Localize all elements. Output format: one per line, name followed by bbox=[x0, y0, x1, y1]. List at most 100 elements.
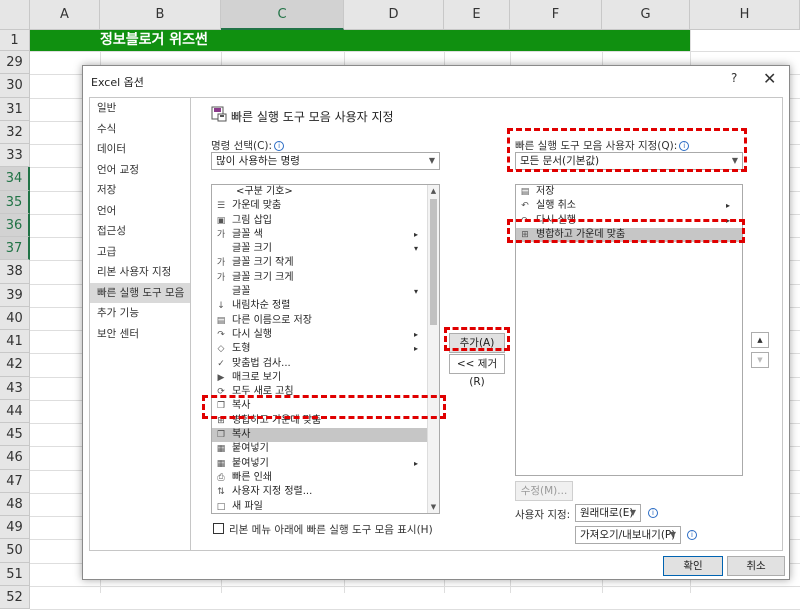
column-header[interactable]: B bbox=[100, 0, 221, 30]
nav-item[interactable]: 일반 bbox=[90, 98, 190, 119]
scroll-down-icon[interactable]: ▼ bbox=[428, 501, 439, 513]
commands-scrollbar[interactable]: ▲ ▼ bbox=[427, 185, 439, 513]
nav-item[interactable]: 보안 센터 bbox=[90, 324, 190, 345]
list-item[interactable]: ☰가운데 맞춤 bbox=[212, 199, 439, 213]
import-export-select[interactable]: 가져오기/내보내기(P)▼ bbox=[575, 526, 681, 544]
choose-commands-select[interactable]: 많이 사용하는 명령▼ bbox=[211, 152, 440, 170]
list-item[interactable]: <구분 기호> bbox=[212, 185, 439, 199]
scroll-up-icon[interactable]: ▲ bbox=[428, 185, 439, 197]
list-item[interactable]: ⎙빠른 인쇄 bbox=[212, 471, 439, 485]
list-item[interactable]: ❐복사 bbox=[212, 428, 439, 442]
move-down-button[interactable]: ▼ bbox=[751, 352, 769, 368]
row-header[interactable]: 41 bbox=[0, 330, 30, 353]
column-header[interactable]: C bbox=[221, 0, 344, 30]
row-header[interactable]: 42 bbox=[0, 353, 30, 376]
row-header[interactable]: 30 bbox=[0, 74, 30, 97]
list-item[interactable]: ▤저장 bbox=[516, 185, 742, 199]
nav-item[interactable]: 접근성 bbox=[90, 221, 190, 242]
modify-button[interactable]: 수정(M)... bbox=[515, 481, 573, 501]
row-header[interactable]: 32 bbox=[0, 121, 30, 144]
nav-item[interactable]: 데이터 bbox=[90, 139, 190, 160]
remove-button[interactable]: << 제거(R) bbox=[449, 354, 505, 374]
ok-button[interactable]: 확인 bbox=[663, 556, 723, 576]
show-below-ribbon-checkbox[interactable] bbox=[213, 523, 224, 534]
customize-toolbar-select[interactable]: 모든 문서(기본값)▼ bbox=[515, 152, 743, 170]
toolbar-list[interactable]: ▤저장↶실행 취소▸↷다시 실행▸⊞병합하고 가운데 맞춤 bbox=[515, 184, 743, 476]
list-item[interactable]: ↓내림차순 정렬 bbox=[212, 299, 439, 313]
move-up-button[interactable]: ▲ bbox=[751, 332, 769, 348]
column-header[interactable]: F bbox=[510, 0, 602, 30]
list-item[interactable]: ↷다시 실행▸ bbox=[516, 214, 742, 228]
row-header[interactable]: 48 bbox=[0, 493, 30, 516]
banner-cell[interactable]: 정보블로거 위즈썬 bbox=[30, 30, 690, 51]
row-header[interactable]: 37 bbox=[0, 237, 30, 260]
list-item[interactable]: ⇅사용자 지정 정렬... bbox=[212, 485, 439, 499]
nav-item[interactable]: 저장 bbox=[90, 180, 190, 201]
cancel-button[interactable]: 취소 bbox=[727, 556, 785, 576]
list-item[interactable]: 가글꼴 색▸ bbox=[212, 228, 439, 242]
row-header[interactable]: 51 bbox=[0, 563, 30, 586]
list-item[interactable]: ▦붙여넣기 bbox=[212, 442, 439, 456]
list-item[interactable]: ⊞병합하고 가운데 맞춤 bbox=[516, 228, 742, 242]
list-item[interactable]: 가글꼴 크기 작게 bbox=[212, 256, 439, 270]
row-header[interactable]: 43 bbox=[0, 377, 30, 400]
row-header[interactable]: 29 bbox=[0, 51, 30, 74]
list-item[interactable]: ✓맞춤법 검사... bbox=[212, 357, 439, 371]
row-header[interactable]: 46 bbox=[0, 446, 30, 469]
column-header[interactable]: A bbox=[30, 0, 100, 30]
reset-select[interactable]: 원래대로(E)▼ bbox=[575, 504, 641, 522]
close-button[interactable]: ✕ bbox=[763, 69, 776, 88]
info-icon[interactable]: i bbox=[679, 141, 689, 151]
font-larger-icon: 가 bbox=[215, 272, 227, 284]
list-item[interactable]: ❐복사 bbox=[212, 399, 439, 413]
list-item[interactable]: ◇도형▸ bbox=[212, 342, 439, 356]
list-item[interactable]: ▶매크로 보기 bbox=[212, 371, 439, 385]
info-icon[interactable]: i bbox=[274, 141, 284, 151]
row-header[interactable]: 52 bbox=[0, 586, 30, 609]
nav-item[interactable]: 빠른 실행 도구 모음 bbox=[90, 283, 190, 304]
column-header[interactable]: G bbox=[602, 0, 690, 30]
row-header[interactable]: 49 bbox=[0, 516, 30, 539]
help-button[interactable]: ? bbox=[731, 71, 737, 85]
info-icon[interactable]: i bbox=[648, 508, 658, 518]
commands-list[interactable]: <구분 기호>☰가운데 맞춤▣그림 삽입가글꼴 색▸글꼴 크기▾가글꼴 크기 작… bbox=[211, 184, 440, 514]
list-item[interactable]: ↶실행 취소▸ bbox=[516, 199, 742, 213]
nav-item[interactable]: 추가 기능 bbox=[90, 303, 190, 324]
nav-item[interactable]: 수식 bbox=[90, 119, 190, 140]
row-header[interactable]: 34 bbox=[0, 167, 30, 190]
info-icon[interactable]: i bbox=[687, 530, 697, 540]
row-header[interactable]: 33 bbox=[0, 144, 30, 167]
nav-item[interactable]: 고급 bbox=[90, 242, 190, 263]
select-all-corner[interactable] bbox=[0, 0, 30, 30]
nav-item[interactable]: 언어 bbox=[90, 201, 190, 222]
row-header[interactable]: 47 bbox=[0, 470, 30, 493]
row-header[interactable]: 44 bbox=[0, 400, 30, 423]
column-header[interactable]: H bbox=[690, 0, 800, 30]
list-item[interactable]: 글꼴 크기▾ bbox=[212, 242, 439, 256]
list-item[interactable]: ↷다시 실행▸ bbox=[212, 328, 439, 342]
column-header[interactable]: D bbox=[344, 0, 444, 30]
list-item[interactable]: □새 파일 bbox=[212, 500, 439, 514]
row-header[interactable]: 35 bbox=[0, 191, 30, 214]
row-header[interactable]: 45 bbox=[0, 423, 30, 446]
list-item[interactable]: ▣그림 삽입 bbox=[212, 214, 439, 228]
row-header[interactable]: 1 bbox=[0, 30, 30, 51]
options-content: 빠른 실행 도구 모음 사용자 지정 명령 선택(C):i 많이 사용하는 명령… bbox=[191, 97, 783, 551]
row-header[interactable]: 36 bbox=[0, 214, 30, 237]
list-item[interactable]: 글꼴▾ bbox=[212, 285, 439, 299]
column-header[interactable]: E bbox=[444, 0, 510, 30]
row-header[interactable]: 31 bbox=[0, 98, 30, 121]
scroll-thumb[interactable] bbox=[430, 199, 437, 325]
row-header[interactable]: 39 bbox=[0, 284, 30, 307]
add-button[interactable]: 추가(A) >> bbox=[449, 333, 505, 353]
row-header[interactable]: 40 bbox=[0, 307, 30, 330]
nav-item[interactable]: 리본 사용자 지정 bbox=[90, 262, 190, 283]
list-item[interactable]: ▦붙여넣기▸ bbox=[212, 457, 439, 471]
list-item[interactable]: ▤다른 이름으로 저장 bbox=[212, 314, 439, 328]
nav-item[interactable]: 언어 교정 bbox=[90, 160, 190, 181]
list-item[interactable]: 가글꼴 크기 크게 bbox=[212, 271, 439, 285]
list-item[interactable]: ⊞병합하고 가운데 맞춤 bbox=[212, 414, 439, 428]
row-header[interactable]: 38 bbox=[0, 260, 30, 283]
list-item[interactable]: ⟳모두 새로 고침 bbox=[212, 385, 439, 399]
row-header[interactable]: 50 bbox=[0, 539, 30, 562]
